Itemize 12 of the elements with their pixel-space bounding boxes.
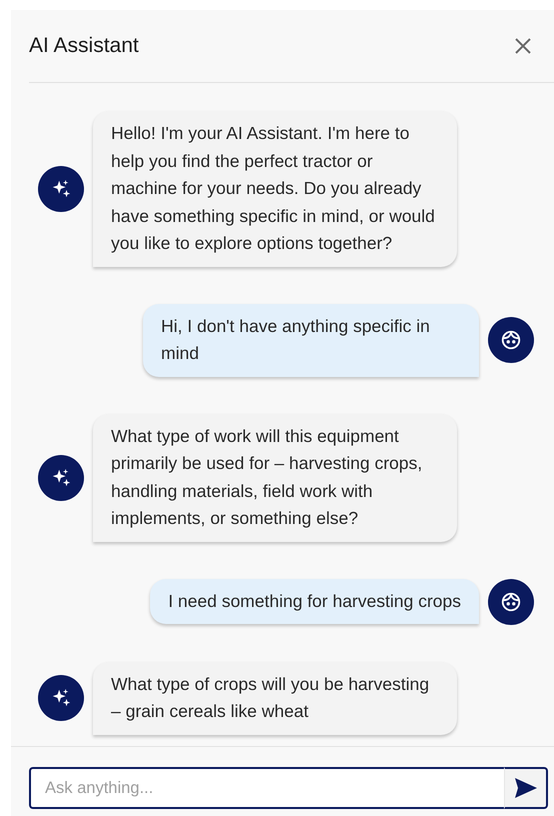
send-button[interactable]	[504, 767, 548, 809]
sparkle-icon	[50, 466, 72, 488]
user-message: I need something for harvesting crops	[150, 578, 479, 624]
assistant-message: Hello! I'm your AI Assistant. I'm here to help you find the perfect tractor or machine for your needs. Do you already have something specific in mind, or would you like to explore options together?	[93, 111, 457, 266]
user-message: Hi, I don't have anything specific in mind	[143, 304, 479, 376]
panel-title: AI Assistant	[29, 34, 139, 58]
assistant-message: What type of crops will you be harvesting – grain cereals like wheat	[93, 662, 457, 734]
face-icon	[500, 590, 522, 612]
assistant-message: What type of work will this equipment primarily be used for – harvesting crops, handling materials, field work with implements, or something else?	[93, 414, 457, 542]
face-icon	[500, 329, 522, 351]
send-icon	[514, 777, 538, 799]
close-icon	[514, 37, 532, 55]
